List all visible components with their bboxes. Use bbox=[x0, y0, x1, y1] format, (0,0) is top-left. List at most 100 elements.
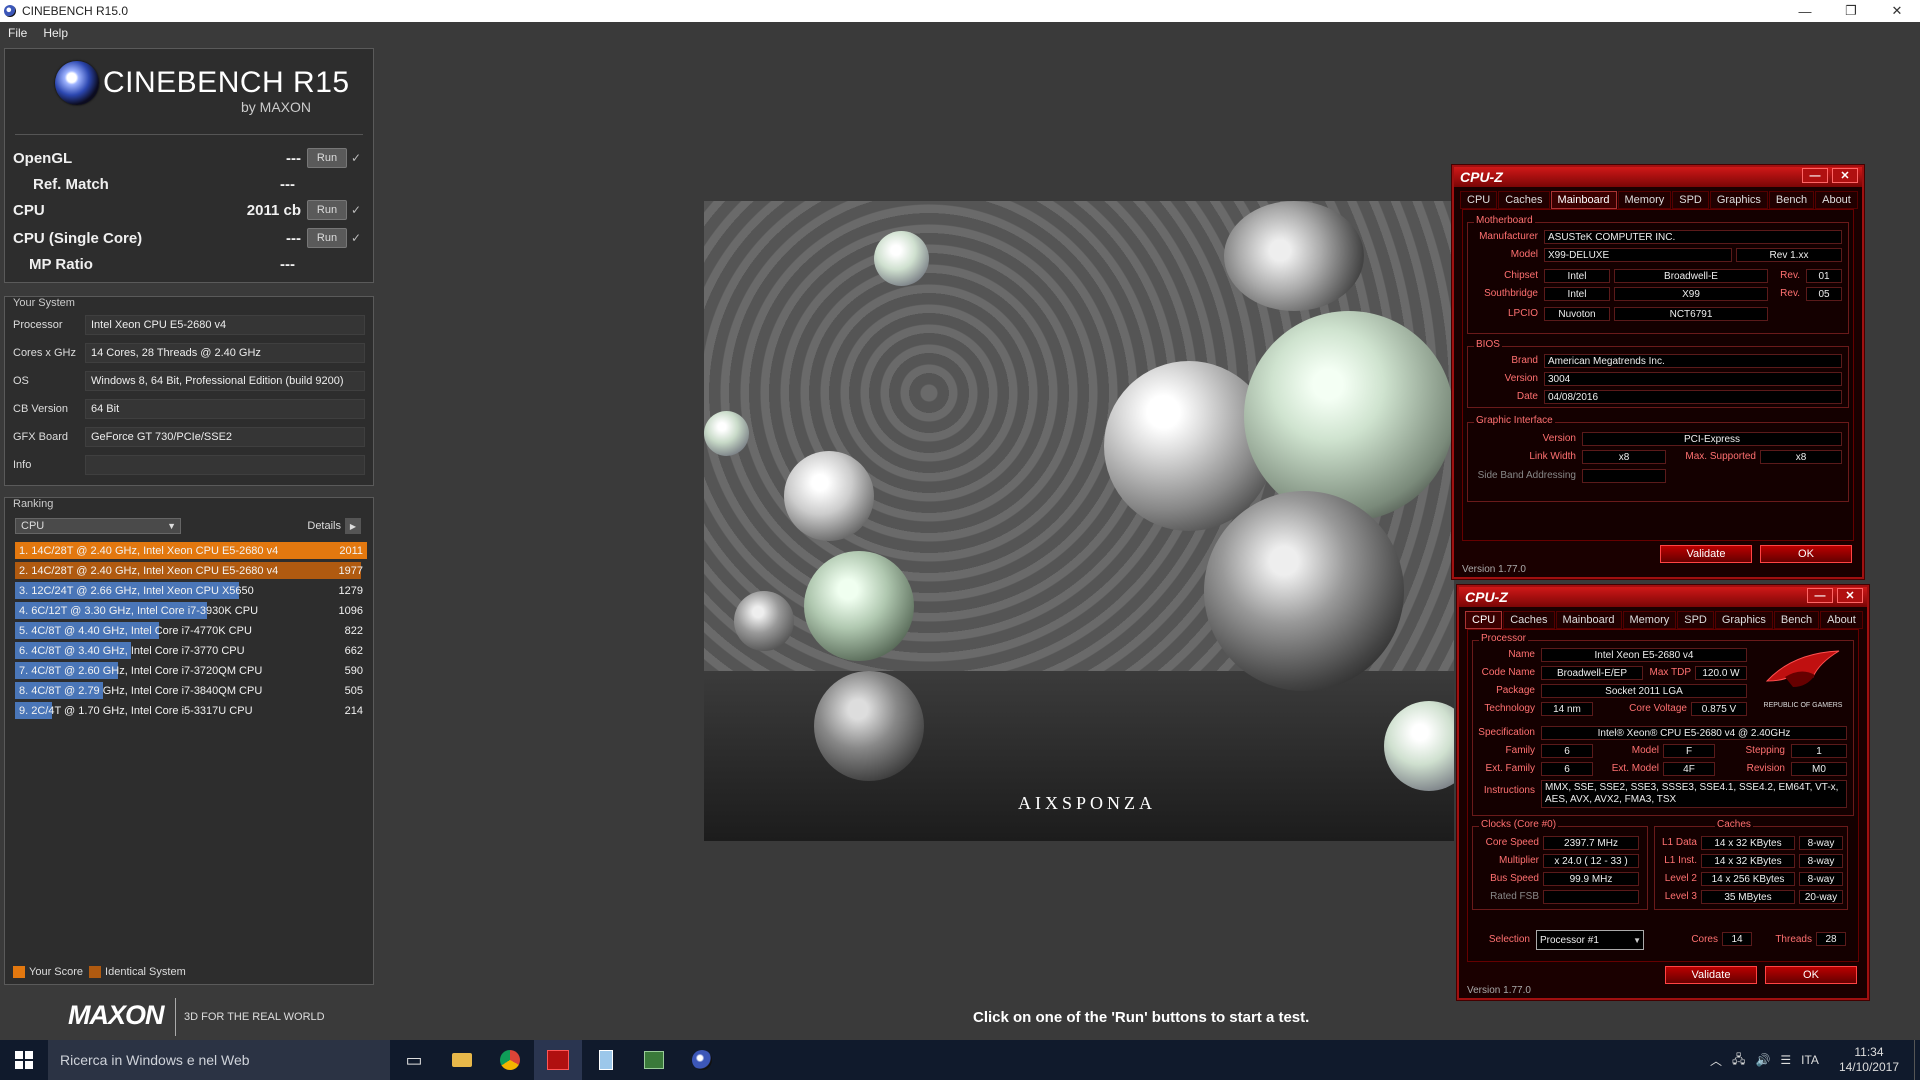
check-icon[interactable]: ✓ bbox=[347, 231, 365, 245]
validate-button[interactable]: Validate bbox=[1665, 966, 1757, 984]
system-key: CB Version bbox=[13, 403, 69, 415]
tab-spd[interactable]: SPD bbox=[1672, 191, 1709, 209]
test-row-ref-match: Ref. Match --- bbox=[13, 173, 365, 195]
check-icon[interactable]: ✓ bbox=[347, 151, 365, 165]
language-indicator[interactable]: ITA bbox=[1796, 1053, 1824, 1067]
l1-data-way: 8-way bbox=[1799, 836, 1843, 850]
core-voltage-value: 0.875 V bbox=[1691, 702, 1747, 716]
menu-file[interactable]: File bbox=[0, 26, 35, 40]
minimize-button[interactable]: — bbox=[1807, 588, 1833, 603]
tab-about[interactable]: About bbox=[1820, 611, 1863, 629]
south-rev-value: 05 bbox=[1806, 287, 1842, 301]
system-key: Info bbox=[13, 459, 32, 471]
details-button[interactable]: Details ▶ bbox=[307, 518, 361, 534]
system-value[interactable]: GeForce GT 730/PCIe/SSE2 bbox=[85, 427, 365, 447]
menu-help[interactable]: Help bbox=[35, 26, 76, 40]
tab-mainboard[interactable]: Mainboard bbox=[1550, 191, 1617, 209]
divider bbox=[15, 134, 363, 135]
notifications-icon[interactable]: ☰ bbox=[1775, 1053, 1796, 1067]
cinebench-taskbar-icon[interactable] bbox=[678, 1040, 726, 1080]
tab-caches[interactable]: Caches bbox=[1503, 611, 1555, 629]
processor-select[interactable]: Processor #1 ▼ bbox=[1536, 930, 1644, 950]
start-button[interactable] bbox=[0, 1040, 48, 1080]
render-sphere bbox=[874, 231, 929, 286]
test-row-mp-ratio: MP Ratio --- bbox=[13, 253, 365, 275]
close-button[interactable]: ✕ bbox=[1837, 588, 1863, 603]
system-value[interactable]: Windows 8, 64 Bit, Professional Edition … bbox=[85, 371, 365, 391]
render-sphere bbox=[734, 591, 794, 651]
clock[interactable]: 11:34 14/10/2017 bbox=[1824, 1045, 1914, 1075]
close-button[interactable]: ✕ bbox=[1874, 0, 1920, 22]
run-cpu-single-button[interactable]: Run bbox=[307, 228, 347, 248]
l1-inst-value: 14 x 32 KBytes bbox=[1701, 854, 1795, 868]
system-row: OS Windows 8, 64 Bit, Professional Editio… bbox=[13, 371, 365, 391]
cpuz-titlebar: CPU-Z — ✕ bbox=[1459, 587, 1867, 607]
monitor-app-icon[interactable] bbox=[630, 1040, 678, 1080]
ranking-row[interactable]: 9. 2C/4T @ 1.70 GHz, Intel Core i5-3317U… bbox=[15, 702, 367, 719]
specification-value: Intel® Xeon® CPU E5-2680 v4 @ 2.40GHz bbox=[1541, 726, 1847, 740]
tab-caches[interactable]: Caches bbox=[1498, 191, 1550, 209]
system-value[interactable]: 64 Bit bbox=[85, 399, 365, 419]
chipset-value: Broadwell-E bbox=[1614, 269, 1768, 283]
tab-graphics[interactable]: Graphics bbox=[1709, 191, 1768, 209]
system-value[interactable]: 14 Cores, 28 Threads @ 2.40 GHz bbox=[85, 343, 365, 363]
run-cpu-button[interactable]: Run bbox=[307, 200, 347, 220]
ranking-row[interactable]: 2. 14C/28T @ 2.40 GHz, Intel Xeon CPU E5… bbox=[15, 562, 367, 579]
cpuz-taskbar-icon[interactable] bbox=[534, 1040, 582, 1080]
show-desktop-button[interactable] bbox=[1914, 1040, 1920, 1080]
task-view-icon[interactable]: ▭ bbox=[390, 1040, 438, 1080]
system-value[interactable]: Intel Xeon CPU E5-2680 v4 bbox=[85, 315, 365, 335]
ok-button[interactable]: OK bbox=[1760, 545, 1852, 563]
minimize-button[interactable]: — bbox=[1802, 168, 1828, 183]
validate-button[interactable]: Validate bbox=[1660, 545, 1752, 563]
tab-memory[interactable]: Memory bbox=[1622, 611, 1677, 629]
search-box[interactable]: Ricerca in Windows e nel Web bbox=[48, 1040, 390, 1080]
ranking-row[interactable]: 7. 4C/8T @ 2.60 GHz, Intel Core i7-3720Q… bbox=[15, 662, 367, 679]
close-button[interactable]: ✕ bbox=[1832, 168, 1858, 183]
window-titlebar: CINEBENCH R15.0 — ❐ ✕ bbox=[0, 0, 1920, 22]
minimize-button[interactable]: — bbox=[1782, 0, 1828, 22]
file-explorer-icon[interactable] bbox=[438, 1040, 486, 1080]
tab-mainboard[interactable]: Mainboard bbox=[1555, 611, 1622, 629]
tab-graphics[interactable]: Graphics bbox=[1714, 611, 1773, 629]
tab-memory[interactable]: Memory bbox=[1617, 191, 1672, 209]
ranking-row[interactable]: 3. 12C/24T @ 2.66 GHz, Intel Xeon CPU X5… bbox=[15, 582, 367, 599]
ranking-row[interactable]: 1. 14C/28T @ 2.40 GHz, Intel Xeon CPU E5… bbox=[15, 542, 367, 559]
tab-bench[interactable]: Bench bbox=[1768, 191, 1815, 209]
manufacturer-value: ASUSTeK COMPUTER INC. bbox=[1544, 230, 1842, 244]
rog-eye-icon bbox=[1765, 650, 1840, 687]
tab-bench[interactable]: Bench bbox=[1773, 611, 1820, 629]
ranking-row[interactable]: 8. 4C/8T @ 2.79 GHz, Intel Core i7-3840Q… bbox=[15, 682, 367, 699]
ranking-row[interactable]: 5. 4C/8T @ 4.40 GHz, Intel Core i7-4770K… bbox=[15, 622, 367, 639]
tab-cpu[interactable]: CPU bbox=[1465, 611, 1503, 629]
restore-button[interactable]: ❐ bbox=[1828, 0, 1874, 22]
chrome-icon[interactable] bbox=[486, 1040, 534, 1080]
ranking-row[interactable]: 4. 6C/12T @ 3.30 GHz, Intel Core i7-3930… bbox=[15, 602, 367, 619]
system-key: OS bbox=[13, 375, 29, 387]
chevron-up-icon[interactable]: ︿ bbox=[1705, 1052, 1727, 1069]
notepad-icon[interactable] bbox=[582, 1040, 630, 1080]
technology-value: 14 nm bbox=[1541, 702, 1593, 716]
threads-value: 28 bbox=[1816, 932, 1846, 946]
group-title: Clocks (Core #0) bbox=[1479, 819, 1559, 830]
ranking-row[interactable]: 6. 4C/8T @ 3.40 GHz, Intel Core i7-3770 … bbox=[15, 642, 367, 659]
taskbar: Ricerca in Windows e nel Web ▭ ︿ 🖧 🔊 ☰ I… bbox=[0, 1040, 1920, 1080]
cpu-name-value: Intel Xeon E5-2680 v4 bbox=[1541, 648, 1747, 662]
tab-about[interactable]: About bbox=[1815, 191, 1858, 209]
volume-icon[interactable]: 🔊 bbox=[1750, 1053, 1775, 1067]
stepping-value: 1 bbox=[1791, 744, 1847, 758]
your-system-panel: Your System Processor Intel Xeon CPU E5-2… bbox=[4, 296, 374, 486]
model-value: X99-DELUXE bbox=[1544, 248, 1732, 262]
run-opengl-button[interactable]: Run bbox=[307, 148, 347, 168]
ok-button[interactable]: OK bbox=[1765, 966, 1857, 984]
logo-by: by MAXON bbox=[241, 99, 312, 115]
tab-spd[interactable]: SPD bbox=[1677, 611, 1714, 629]
info-field[interactable] bbox=[85, 455, 365, 475]
network-icon[interactable]: 🖧 bbox=[1727, 1050, 1750, 1071]
ranking-select[interactable]: CPU ▼ bbox=[15, 518, 181, 534]
ranking-score: 214 bbox=[344, 704, 363, 717]
chipset-vendor-value: Intel bbox=[1544, 269, 1610, 283]
check-icon[interactable]: ✓ bbox=[347, 203, 365, 217]
tab-cpu[interactable]: CPU bbox=[1460, 191, 1498, 209]
ranking-title: Ranking bbox=[11, 498, 56, 510]
